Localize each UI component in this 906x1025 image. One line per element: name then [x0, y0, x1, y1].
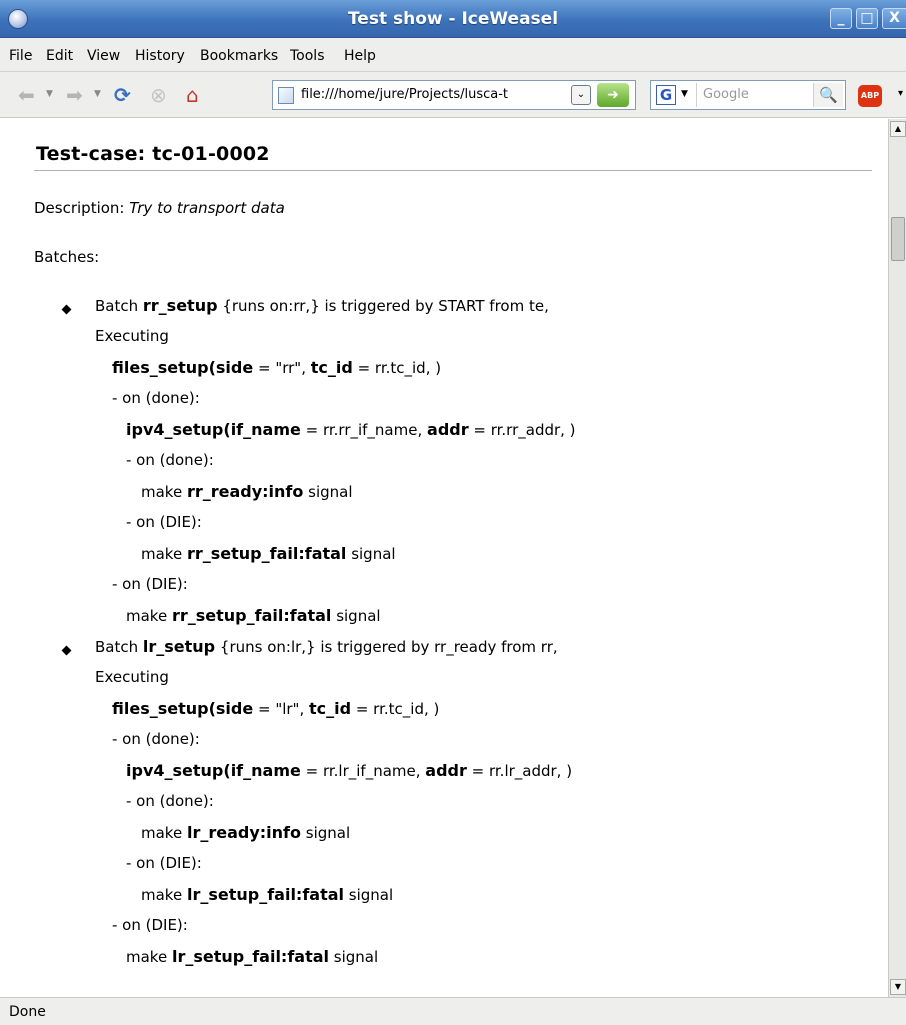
scrollbar-thumb[interactable] [891, 217, 905, 261]
list-item: Executing [95, 668, 169, 686]
menu-bookmarks[interactable]: Bookmarks [200, 48, 278, 64]
list-item: files_setup(side = "lr", tc_id = rr.tc_i… [112, 699, 440, 718]
menu-edit[interactable]: Edit [46, 48, 73, 64]
page-file-icon [278, 87, 294, 104]
list-item: make lr_setup_fail:fatal signal [126, 947, 379, 966]
menu-help[interactable]: Help [344, 48, 376, 64]
minimize-button[interactable]: _ [830, 8, 852, 29]
list-item: - on (DIE): [112, 916, 188, 934]
description: Description: Try to transport data [34, 199, 285, 217]
batches-label: Batches: [34, 248, 100, 266]
maximize-button[interactable]: □ [856, 8, 878, 29]
description-value: Try to transport data [129, 199, 285, 217]
list-item: make lr_setup_fail:fatal signal [141, 885, 394, 904]
list-item: ipv4_setup(if_name = rr.rr_if_name, addr… [126, 420, 576, 439]
list-item: files_setup(side = "rr", tc_id = rr.tc_i… [112, 358, 442, 377]
status-bar: Done [0, 997, 906, 1025]
vertical-scrollbar[interactable]: ▲ ▼ [888, 119, 906, 997]
list-item: - on (done): [112, 730, 200, 748]
url-history-dropdown-icon[interactable]: ⌄ [571, 85, 591, 105]
menu-tools[interactable]: Tools [290, 48, 325, 64]
navigation-toolbar: ⬅ ▼ ➡ ▼ ⟳ ⊗ ⌂ file:///home/jure/Projects… [0, 72, 906, 118]
close-button[interactable]: X [882, 8, 906, 29]
page-content: Test-case: tc-01-0002 Description: Try t… [0, 119, 888, 997]
back-arrow-icon[interactable]: ⬅ [18, 84, 35, 106]
search-engine-selector[interactable]: G ▼ [653, 83, 697, 107]
list-bullet [61, 645, 72, 656]
magnifier-icon[interactable]: 🔍 [813, 83, 843, 107]
list-item: ipv4_setup(if_name = rr.lr_if_name, addr… [126, 761, 573, 780]
list-item: - on (done): [126, 451, 214, 469]
batch-header: Batch lr_setup {runs on:lr,} is triggere… [95, 637, 558, 656]
page-title: Test-case: tc-01-0002 [36, 143, 270, 165]
menu-file[interactable]: File [9, 48, 32, 64]
batch-header: Batch rr_setup {runs on:rr,} is triggere… [95, 296, 549, 315]
address-bar[interactable]: file:///home/jure/Projects/lusca-t ⌄ ➜ [272, 80, 636, 110]
home-icon[interactable]: ⌂ [186, 84, 199, 106]
list-item: - on (done): [112, 389, 200, 407]
forward-dropdown-icon[interactable]: ▼ [94, 89, 101, 99]
go-arrow-icon[interactable]: ➜ [597, 83, 629, 107]
google-icon: G [656, 85, 676, 105]
toolbar-overflow-icon[interactable]: ▾ [898, 88, 903, 99]
list-item: make rr_ready:info signal [141, 482, 353, 501]
list-item: - on (DIE): [126, 854, 202, 872]
search-input[interactable]: Google [703, 87, 749, 102]
stop-icon[interactable]: ⊗ [150, 84, 167, 106]
list-item: make rr_setup_fail:fatal signal [126, 606, 381, 625]
back-dropdown-icon[interactable]: ▼ [46, 89, 53, 99]
window-titlebar[interactable]: Test show - IceWeasel _ □ X [0, 0, 906, 38]
status-text: Done [9, 1004, 46, 1020]
adblock-plus-icon[interactable]: ABP [858, 85, 882, 107]
list-item: - on (DIE): [112, 575, 188, 593]
scroll-up-icon[interactable]: ▲ [890, 121, 906, 137]
list-bullet [61, 304, 72, 315]
description-label: Description: [34, 199, 125, 217]
menu-history[interactable]: History [135, 48, 185, 64]
address-input[interactable]: file:///home/jure/Projects/lusca-t [301, 87, 566, 102]
list-item: - on (DIE): [126, 513, 202, 531]
menu-bar: File Edit View History Bookmarks Tools H… [0, 38, 906, 72]
scroll-down-icon[interactable]: ▼ [890, 979, 906, 995]
menu-view[interactable]: View [87, 48, 120, 64]
list-item: - on (done): [126, 792, 214, 810]
list-item: make lr_ready:info signal [141, 823, 351, 842]
engine-dropdown-icon: ▼ [681, 89, 688, 99]
search-bar[interactable]: G ▼ Google 🔍 [650, 80, 846, 110]
reload-icon[interactable]: ⟳ [114, 84, 131, 106]
list-item: Executing [95, 327, 169, 345]
title-divider [34, 170, 872, 171]
forward-arrow-icon[interactable]: ➡ [66, 84, 83, 106]
list-item: make rr_setup_fail:fatal signal [141, 544, 396, 563]
window-title: Test show - IceWeasel [347, 9, 559, 29]
